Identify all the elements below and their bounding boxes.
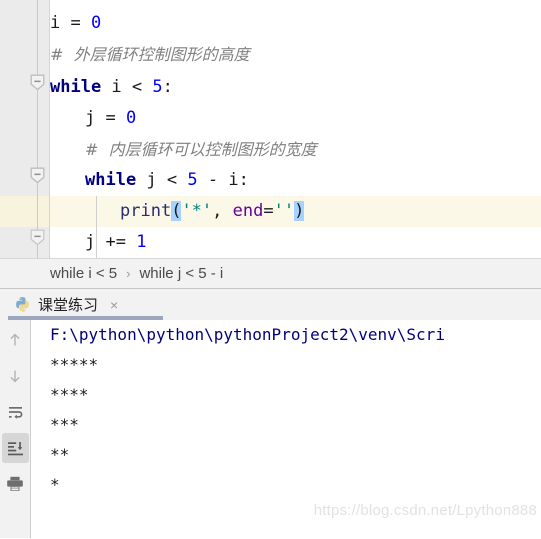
console-output-line: **** <box>50 385 89 404</box>
line-assign-i: i = 0 <box>50 8 101 39</box>
fold-collapse-icon <box>30 167 45 184</box>
soft-wrap-button[interactable] <box>2 397 29 427</box>
code-token: while <box>85 170 137 190</box>
line-increment-j: j += 1 <box>85 227 146 258</box>
code-token: # 外层循环控制图形的高度 <box>50 45 250 64</box>
code-editor[interactable]: i = 0 # 外层循环控制图形的高度 while i < 5: j = 0 # 内层循… <box>0 0 541 258</box>
code-token: '' <box>273 201 295 221</box>
code-token: 0 <box>90 13 102 33</box>
code-token: = <box>105 108 126 128</box>
code-token: end <box>232 201 264 221</box>
breadcrumb-separator-icon: › <box>126 266 131 281</box>
line-assign-j: j = 0 <box>85 103 136 134</box>
code-token: < <box>166 170 188 190</box>
code-token: = <box>263 201 274 221</box>
scroll-down-button[interactable] <box>2 361 29 391</box>
line-print: print('*', end='') <box>120 196 305 227</box>
pycharm-window: i = 0 # 外层循环控制图形的高度 while i < 5: j = 0 # 内层循… <box>0 0 541 539</box>
code-token: 0 <box>125 108 137 128</box>
soft-wrap-icon <box>8 406 22 419</box>
scroll-up-button[interactable] <box>2 325 29 355</box>
code-token: j <box>85 108 106 128</box>
line-comment-inner: # 内层循环可以控制图形的宽度 <box>85 134 317 165</box>
printer-icon <box>7 476 23 491</box>
code-token: j <box>136 170 167 190</box>
arrow-up-icon <box>10 333 20 346</box>
code-token: i <box>101 77 132 97</box>
breadcrumb[interactable]: while i < 5 › while j < 5 - i <box>0 258 541 289</box>
code-token: 5 <box>152 77 163 97</box>
code-token: i <box>50 13 71 33</box>
editor-tab-bar[interactable]: 课堂练习 × <box>0 289 541 320</box>
code-token: ) <box>294 201 305 221</box>
line-while-inner: while j < 5 - i: <box>85 165 249 196</box>
editor-tab-active[interactable]: 课堂练习 × <box>0 289 163 320</box>
console-output-line: * <box>50 475 60 494</box>
code-token: , <box>212 201 233 221</box>
console-command-line: F:\python\python\pythonProject2\venv\Scr… <box>50 325 445 344</box>
console-output-line: ***** <box>50 355 99 374</box>
console-output-line: ** <box>50 445 70 464</box>
code-token: 1 <box>136 232 147 252</box>
code-text-area[interactable]: i = 0 # 外层循环控制图形的高度 while i < 5: j = 0 # 内层循… <box>0 0 541 258</box>
watermark: https://blog.csdn.net/Lpython888 <box>313 502 537 519</box>
fold-marker-while-outer[interactable] <box>30 74 45 91</box>
code-token: # 内层循环可以控制图形的宽度 <box>85 140 317 159</box>
line-comment-outer: # 外层循环控制图形的高度 <box>50 39 250 70</box>
tab-label: 课堂练习 <box>38 297 99 314</box>
breadcrumb-item[interactable]: while j < 5 - i <box>139 265 223 282</box>
console-output-line: *** <box>50 415 79 434</box>
code-token: : <box>162 77 173 97</box>
code-token: - i: <box>197 170 249 190</box>
scroll-to-end-icon <box>7 441 23 455</box>
fold-marker-while-inner[interactable] <box>30 167 45 184</box>
fold-collapse-icon <box>30 74 45 91</box>
code-token: = <box>70 13 91 33</box>
scroll-to-end-button[interactable] <box>1 433 29 463</box>
fold-marker-block-end[interactable] <box>30 229 45 246</box>
python-file-icon <box>14 296 31 313</box>
tab-close-icon[interactable]: × <box>110 298 118 312</box>
fold-collapse-icon <box>30 229 45 246</box>
code-token: '*' <box>181 201 213 221</box>
console-toolbar[interactable] <box>0 320 31 538</box>
code-token: while <box>50 77 102 97</box>
code-token: print <box>120 201 172 221</box>
code-token: < <box>131 77 153 97</box>
breadcrumb-item[interactable]: while i < 5 <box>50 265 117 282</box>
print-button[interactable] <box>2 469 29 499</box>
code-token: 5 <box>187 170 198 190</box>
line-while-outer: while i < 5: <box>50 72 173 103</box>
code-token: ( <box>171 201 182 221</box>
arrow-down-icon <box>10 370 20 383</box>
code-token: j += <box>85 232 137 252</box>
